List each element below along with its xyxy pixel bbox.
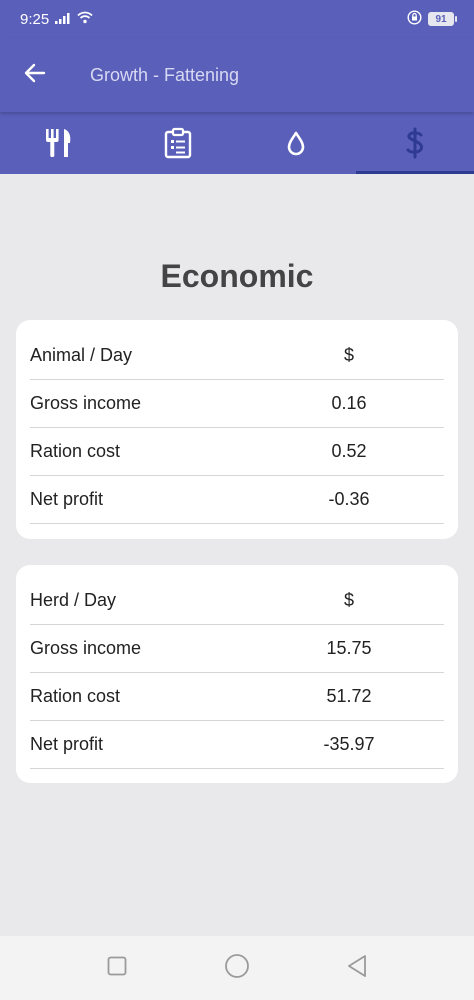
signal-icon	[55, 11, 71, 28]
square-icon	[107, 956, 127, 981]
table-header-row: Herd / Day $	[30, 577, 444, 625]
row-value: 15.75	[326, 638, 372, 658]
content-area: Economic Animal / Day $ Gross income 0.1…	[0, 174, 474, 936]
dollar-icon	[404, 127, 426, 159]
table-row: Net profit -35.97	[30, 721, 444, 769]
battery-icon: 91	[428, 12, 457, 26]
circle-icon	[224, 953, 250, 984]
animal-day-card: Animal / Day $ Gross income 0.16 Ration …	[16, 320, 458, 539]
table-row: Ration cost 0.52	[30, 428, 444, 476]
table-row: Gross income 15.75	[30, 625, 444, 673]
row-label: Ration cost	[30, 686, 121, 706]
header-label: Animal / Day	[30, 345, 133, 365]
row-label: Net profit	[30, 734, 104, 754]
header-unit: $	[343, 345, 354, 365]
row-value: 0.16	[331, 393, 367, 413]
status-right: 91	[407, 9, 457, 29]
home-button[interactable]	[217, 948, 257, 988]
herd-day-card: Herd / Day $ Gross income 15.75 Ration c…	[16, 565, 458, 783]
row-label: Gross income	[30, 638, 142, 658]
tab-ration[interactable]	[119, 112, 238, 174]
rotation-lock-icon	[407, 9, 422, 29]
header-label: Herd / Day	[30, 590, 117, 610]
table-row: Net profit -0.36	[30, 476, 444, 524]
app-bar: Growth - Fattening	[0, 38, 474, 112]
row-label: Ration cost	[30, 441, 121, 461]
tab-bar	[0, 112, 474, 174]
row-value: 0.52	[331, 441, 367, 461]
back-button[interactable]	[0, 38, 70, 112]
arrow-left-icon	[23, 61, 47, 90]
app-title: Growth - Fattening	[90, 64, 240, 85]
row-label: Net profit	[30, 489, 104, 509]
row-value: -0.36	[328, 489, 370, 509]
status-time: 9:25	[20, 10, 50, 28]
tab-economic[interactable]	[355, 112, 474, 174]
row-value: 51.72	[326, 686, 372, 706]
system-nav-bar	[0, 936, 474, 1000]
wifi-icon	[77, 11, 93, 28]
row-value: -35.97	[323, 734, 375, 754]
fork-knife-icon	[44, 127, 74, 159]
status-bar: 9:25 91	[0, 0, 474, 38]
header-unit: $	[343, 590, 354, 610]
tab-feeding[interactable]	[0, 112, 119, 174]
recents-button[interactable]	[97, 948, 137, 988]
table-row: Gross income 0.16	[30, 380, 444, 428]
water-drop-icon	[286, 130, 306, 156]
table-header-row: Animal / Day $	[30, 332, 444, 380]
back-nav-button[interactable]	[337, 948, 377, 988]
triangle-back-icon	[346, 954, 368, 983]
row-label: Gross income	[30, 393, 142, 413]
status-left: 9:25	[20, 11, 93, 28]
page-title: Economic	[160, 258, 314, 294]
clipboard-list-icon	[164, 127, 192, 159]
table-row: Ration cost 51.72	[30, 673, 444, 721]
tab-water[interactable]	[237, 112, 356, 174]
